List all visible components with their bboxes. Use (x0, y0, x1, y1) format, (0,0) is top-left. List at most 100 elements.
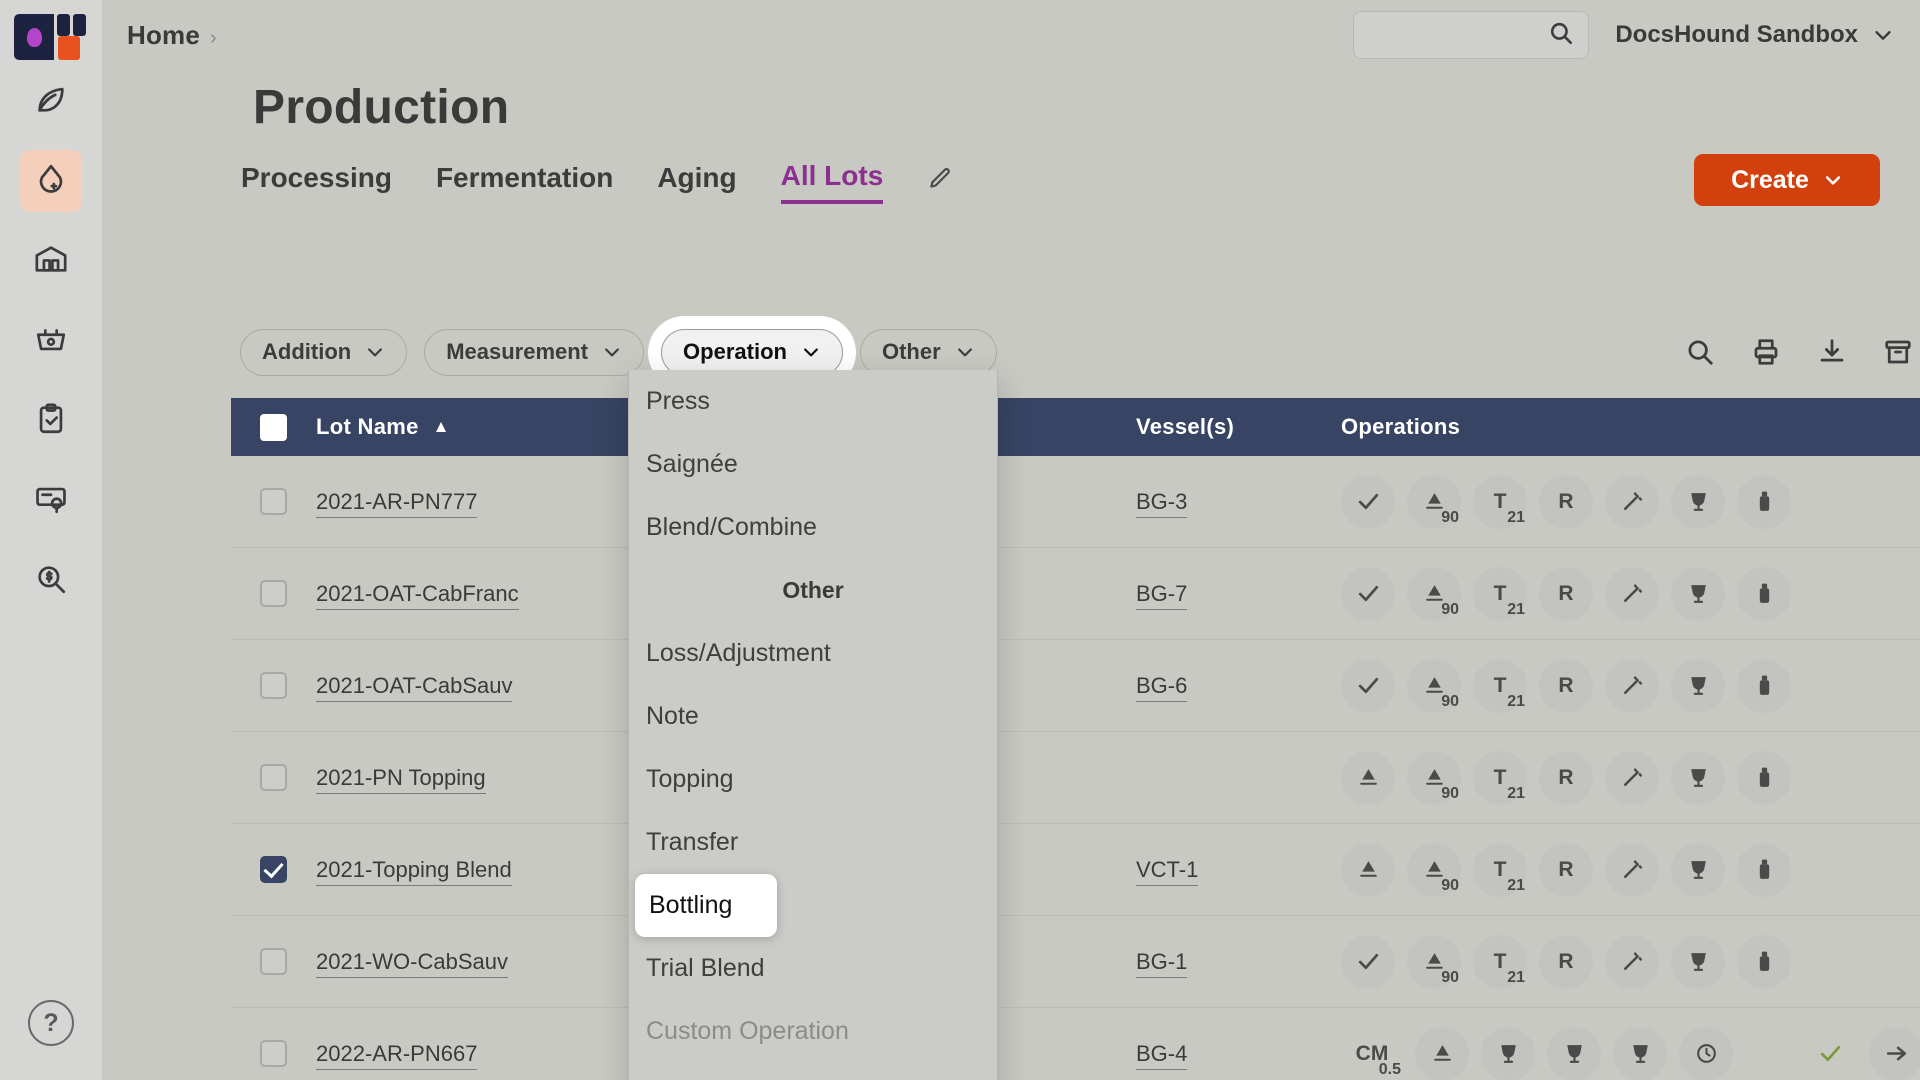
table-row[interactable]: 2022-AR-PN667 BG-4 CM 0.5 (231, 1008, 1920, 1080)
dropdown-item-transfer[interactable]: Transfer (629, 811, 997, 874)
filter-measurement[interactable]: Measurement (424, 328, 645, 376)
operation-glass-icon[interactable] (1671, 566, 1725, 621)
app-logo[interactable] (0, 0, 103, 70)
dropdown-item-topping[interactable]: Topping (629, 748, 997, 811)
operation-text-icon[interactable]: R (1539, 566, 1593, 621)
tab-processing[interactable]: Processing (241, 162, 392, 202)
vessel-link[interactable]: BG-6 (1136, 672, 1188, 702)
table-row[interactable]: 2021-OAT-CabSauv BG-6 90 T 21 R (231, 640, 1920, 732)
column-header-lot-name[interactable]: Lot Name ▲ (316, 414, 616, 440)
operation-text-icon[interactable]: R (1539, 474, 1593, 529)
row-checkbox[interactable] (260, 856, 287, 883)
row-checkbox[interactable] (260, 1040, 287, 1067)
table-row[interactable]: 2021-WO-CabSauv BG-1 90 T 21 R (231, 916, 1920, 1008)
operation-glass-icon[interactable] (1613, 1026, 1667, 1080)
operation-addition-plain-icon[interactable] (1415, 1026, 1469, 1080)
row-checkbox[interactable] (260, 672, 287, 699)
operation-wand-icon[interactable] (1605, 566, 1659, 621)
column-header-operations[interactable]: Operations (1341, 414, 1920, 440)
operation-addition-icon[interactable]: 90 (1407, 566, 1461, 621)
operation-cm-icon[interactable]: CM 0.5 (1341, 1027, 1403, 1080)
tab-aging[interactable]: Aging (657, 162, 736, 202)
operation-bottle-icon[interactable] (1737, 934, 1791, 989)
dropdown-item-loss-adjustment[interactable]: Loss/Adjustment (629, 622, 997, 685)
breadcrumb-home[interactable]: Home (127, 20, 200, 50)
dropdown-item-blend-combine[interactable]: Blend/Combine (629, 496, 997, 559)
row-checkbox[interactable] (260, 948, 287, 975)
operation-bottle-icon[interactable] (1737, 842, 1791, 897)
sidebar-item-reports[interactable] (20, 470, 82, 532)
sidebar-item-production[interactable] (20, 150, 82, 212)
operation-clock-icon[interactable] (1679, 1026, 1733, 1080)
filter-operation[interactable]: Operation (661, 328, 843, 376)
operation-bottle-icon[interactable] (1737, 474, 1791, 529)
operation-check-icon[interactable] (1341, 474, 1395, 529)
operation-check-icon[interactable] (1341, 566, 1395, 621)
sidebar-item-inventory[interactable] (20, 230, 82, 292)
dropdown-item-saign-e[interactable]: Saignée (629, 433, 997, 496)
sidebar-item-harvest[interactable] (20, 310, 82, 372)
lot-name-link[interactable]: 2021-Topping Blend (316, 856, 512, 886)
operation-glass-icon[interactable] (1671, 750, 1725, 805)
filter-addition[interactable]: Addition (240, 328, 408, 376)
tab-fermentation[interactable]: Fermentation (436, 162, 613, 202)
operation-temp-icon[interactable]: T 21 (1473, 842, 1527, 897)
operation-bottle-icon[interactable] (1737, 658, 1791, 713)
operation-wand-icon[interactable] (1605, 658, 1659, 713)
create-button[interactable]: Create (1694, 154, 1880, 206)
help-button[interactable]: ? (28, 1000, 74, 1046)
select-all-checkbox[interactable] (231, 413, 316, 441)
operation-glass-icon[interactable] (1671, 474, 1725, 529)
lot-name-link[interactable]: 2021-OAT-CabFranc (316, 580, 519, 610)
operation-temp-icon[interactable]: T 21 (1473, 750, 1527, 805)
operation-check-green-icon[interactable] (1803, 1027, 1857, 1080)
dropdown-item-note[interactable]: Note (629, 685, 997, 748)
operation-addition-icon[interactable]: 90 (1407, 750, 1461, 805)
operation-check-icon[interactable] (1341, 934, 1395, 989)
vessel-link[interactable]: BG-1 (1136, 948, 1188, 978)
tab-all-lots[interactable]: All Lots (780, 160, 884, 204)
operation-addition-icon[interactable]: 90 (1407, 842, 1461, 897)
vessel-link[interactable]: BG-7 (1136, 580, 1188, 610)
pencil-icon[interactable] (927, 166, 953, 192)
lot-name-link[interactable]: 2021-WO-CabSauv (316, 948, 508, 978)
account-menu[interactable]: DocsHound Sandbox (1615, 21, 1894, 49)
lot-name-link[interactable]: 2021-PN Topping (316, 764, 486, 794)
operation-addition-icon[interactable]: 90 (1407, 934, 1461, 989)
row-checkbox[interactable] (260, 488, 287, 515)
operation-addition-plain-icon[interactable] (1341, 750, 1395, 805)
operation-temp-icon[interactable]: T 21 (1473, 934, 1527, 989)
lot-name-link[interactable]: 2022-AR-PN667 (316, 1040, 478, 1070)
operation-wand-icon[interactable] (1605, 474, 1659, 529)
column-header-vessel[interactable]: Vessel(s) (1136, 414, 1341, 440)
print-icon[interactable] (1740, 326, 1792, 378)
operation-temp-icon[interactable]: T 21 (1473, 658, 1527, 713)
lot-name-link[interactable]: 2021-AR-PN777 (316, 488, 478, 518)
operation-check-icon[interactable] (1341, 658, 1395, 713)
archive-icon[interactable] (1872, 326, 1920, 378)
sidebar-item-work-orders[interactable] (20, 390, 82, 452)
operation-addition-icon[interactable]: 90 (1407, 474, 1461, 529)
operation-glass-icon[interactable] (1671, 842, 1725, 897)
vessel-link[interactable]: BG-3 (1136, 488, 1188, 518)
operation-wand-icon[interactable] (1605, 934, 1659, 989)
table-row[interactable]: 2021-OAT-CabFranc BG-7 90 T 21 R (231, 548, 1920, 640)
download-icon[interactable] (1806, 326, 1858, 378)
table-row[interactable]: 2021-PN Topping 90 T 21 R (231, 732, 1920, 824)
operation-addition-icon[interactable]: 90 (1407, 658, 1461, 713)
operation-text-icon[interactable]: R (1539, 934, 1593, 989)
operation-bottle-icon[interactable] (1737, 566, 1791, 621)
operation-text-icon[interactable]: R (1539, 658, 1593, 713)
operation-temp-icon[interactable]: T 21 (1473, 474, 1527, 529)
vessel-link[interactable]: BG-4 (1136, 1040, 1188, 1070)
operation-arrow-icon[interactable] (1869, 1026, 1920, 1080)
dropdown-item-press[interactable]: Press (629, 370, 997, 433)
dropdown-item-custom-operation[interactable]: Custom Operation (629, 1000, 997, 1063)
sidebar-item-costing[interactable] (20, 550, 82, 612)
operation-wand-icon[interactable] (1605, 842, 1659, 897)
operation-wand-icon[interactable] (1605, 750, 1659, 805)
table-row[interactable]: 2021-AR-PN777 BG-3 90 T 21 R (231, 456, 1920, 548)
operation-glass-icon[interactable] (1547, 1026, 1601, 1080)
row-checkbox[interactable] (260, 764, 287, 791)
operation-addition-plain-icon[interactable] (1341, 842, 1395, 897)
